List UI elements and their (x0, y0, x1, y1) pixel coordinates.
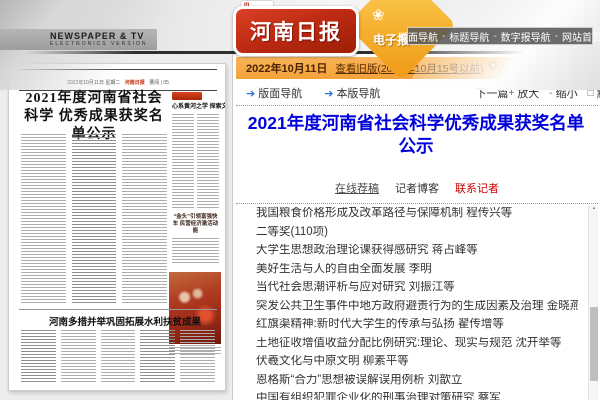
fake-text-column (197, 114, 219, 210)
separator (236, 105, 598, 106)
newspaper-tv-logo-line1: NEWSPAPER & TV (50, 31, 157, 41)
award-entry: 突发公共卫生事件中地方政府避责行为的生成因素及治理 金晓燕等 (256, 300, 578, 313)
award-entry: 恩格斯“合力”思想被误解误用例析 刘歆立 (256, 374, 578, 387)
nav-separator: - (493, 31, 496, 42)
award-entry: 红旗渠精神:新时代大学生的传承与弘扬 翟传增等 (256, 318, 578, 331)
article-links-row: 在线荐稿 记者博客 联系记者 (234, 180, 600, 196)
paper-body-columns (21, 134, 167, 304)
separator (236, 203, 598, 204)
contact-reporter-link[interactable]: 联系记者 (455, 180, 499, 196)
newspaper-tv-logo-line2: ELECTRONICS VERSION (50, 41, 157, 47)
award-entry: 美好生活与人的自由全面发展 李明 (256, 263, 578, 276)
fake-text-column (101, 330, 136, 384)
fake-text-column (180, 330, 215, 384)
masthead-logo[interactable]: 河南日报 (233, 6, 359, 56)
award-entry: 中国有组织犯罪企业化的刑事治理对策研究 蔡军 (256, 392, 578, 400)
flower-icon: ❀ (372, 6, 385, 24)
award-entry: 伏羲文化与中原文明 柳素平等 (256, 355, 578, 368)
section-divider (19, 309, 217, 310)
nav-separator: - (555, 31, 558, 42)
award-entry: 土地征收增值收益分配比例研究:理论、现实与规范 沈开举等 (256, 337, 578, 350)
scrollbar-thumb[interactable] (590, 307, 598, 381)
fake-text-column (172, 238, 219, 264)
site-banner: NEWSPAPER & TV ELECTRONICS VERSION ❀ m 河… (0, 0, 600, 54)
top-nav: 版面导航 - 标题导航 - 数字报导航 - 网站首页 (407, 27, 593, 45)
article-title: 2021年度河南省社会科学优秀成果获奖名单公示 (242, 112, 590, 158)
paper-right-headline: 心系黄河之学 探索文明真意 (172, 103, 219, 111)
fake-text-column (21, 330, 56, 384)
current-date: 2022年10月11日 (246, 60, 327, 76)
reporter-blog-link[interactable]: 记者博客 (395, 180, 439, 196)
scroll-up-icon[interactable]: ▪ (591, 207, 597, 212)
fake-text-column (140, 330, 175, 384)
fake-text-column (172, 114, 194, 210)
newspaper-tv-logo: NEWSPAPER & TV ELECTRONICS VERSION (0, 29, 157, 50)
award-category: 二等奖(110项) (256, 226, 578, 239)
newspaper-page-image[interactable]: 2022年10月11日 星期二 河南日报 要闻 | 05 2021年度河南省社会… (8, 63, 226, 391)
article-reader: 2022年10月11日 查看旧版(2007年10月15号以前) ➔ 版面导航 ➔… (234, 54, 600, 400)
fake-text-column (122, 134, 167, 304)
page-thumbnail-panel: 2022年10月11日 星期二 河南日报 要闻 | 05 2021年度河南省社会… (0, 54, 233, 400)
paper-right-column: 心系黄河之学 探索文明真意 “金头”引领富强快车 民营经济激活动能 (172, 92, 219, 264)
fake-text-column (61, 330, 96, 384)
fake-text-column (72, 134, 117, 304)
nav-link-layout[interactable]: 版面导航 (398, 29, 438, 44)
nav-separator: - (442, 31, 445, 42)
award-entry: 大学生思想政治理论课获得感研究 蒋占峰等 (256, 244, 578, 257)
article-body: 我国粮食价格形成及改革路径与保障机制 程传兴等 二等奖(110项) 大学生思想政… (256, 207, 578, 400)
fake-text-column (21, 134, 66, 304)
paper-sub-headline: “金头”引领富强快车 民营经济激活动能 (172, 214, 219, 235)
section-nav-button[interactable]: ➔ 本版导航 (324, 85, 380, 101)
masthead-title: 河南日报 (250, 16, 342, 46)
nav-link-headlines[interactable]: 标题导航 (449, 29, 489, 44)
paper-bottom-headline: 河南多措并举巩固拓展水利扶贫成果 (49, 314, 199, 328)
nav-link-digital[interactable]: 数字报导航 (501, 29, 551, 44)
paper-bottom-columns (21, 330, 215, 384)
award-entry: 当代社会思潮评析与应对研究 刘振江等 (256, 281, 578, 294)
layout-nav-button[interactable]: ➔ 版面导航 (246, 85, 302, 101)
submit-article-link[interactable]: 在线荐稿 (335, 180, 379, 196)
arrow-icon: ➔ (246, 87, 255, 100)
column-logo-tag (172, 92, 202, 100)
award-entry: 我国粮食价格形成及改革路径与保障机制 程传兴等 (256, 207, 578, 220)
arrow-icon: ➔ (324, 87, 333, 100)
article-scrollbar[interactable]: ▪ (588, 205, 598, 400)
right-column-text (172, 114, 219, 210)
nav-link-home[interactable]: 网站首页 (562, 29, 600, 44)
